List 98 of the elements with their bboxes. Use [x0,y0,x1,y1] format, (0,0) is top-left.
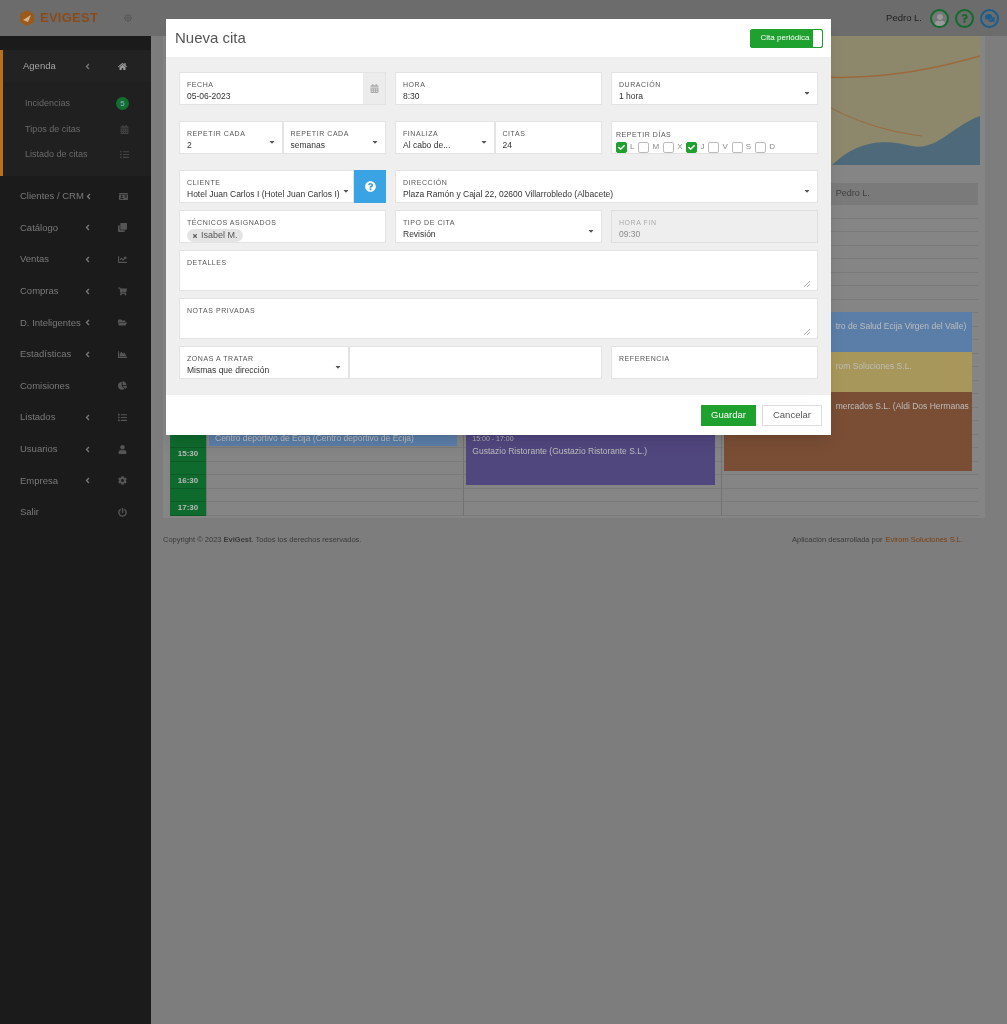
sidebar-label: D. Inteligentes [20,315,82,330]
submenu-item[interactable]: Incidencias 5 [3,91,151,117]
calendar-icon [120,124,129,134]
sidebar-label: Salir [20,505,40,520]
copy-icon [118,223,127,233]
checkbox[interactable] [731,141,743,153]
sidebar-item[interactable]: Comisiones [0,370,151,402]
settings-icon [118,476,127,486]
field-value: Al cabo de... [403,139,452,151]
day-label: L [630,141,635,153]
user-icon [118,444,127,454]
cancel-button[interactable]: Cancelar [761,404,822,426]
event-title: rom Soluciones S.L. [835,360,913,373]
check-icon [618,143,625,151]
sidebar-item[interactable]: Ventas [0,243,151,276]
checkbox[interactable] [663,141,675,153]
checkbox[interactable] [755,141,767,153]
toggle-switch[interactable]: Cita periódica [750,28,823,48]
sidebar-label: Comisiones [20,378,71,393]
day-label: M [652,141,660,153]
list-icon [118,412,127,422]
help-icon[interactable] [955,8,974,28]
field-value: 2 [187,139,193,151]
save-button[interactable]: Guardar [701,404,756,426]
event-title: Centro deportivo de Ecija (Centro deportivo de Ecija) [215,432,415,445]
count-badge: 5 [116,97,129,111]
submenu-label: Tipos de citas [25,122,82,136]
input-field[interactable] [349,346,602,379]
home-icon [118,61,127,71]
resize-grip-icon [804,329,810,335]
submenu-label: Incidencias [25,97,72,110]
id-card-icon [118,191,128,201]
submenu-item[interactable]: Tipos de citas [3,116,151,142]
sidebar-label: Catálogo [20,220,60,235]
sidebar-label: Listados [20,410,57,425]
cart-icon [118,286,127,296]
check-icon [688,143,696,151]
sidebar-label: Empresa [20,473,59,488]
day-label: J [700,141,705,153]
power-icon [118,507,127,517]
time-label: 17:30 [177,502,199,515]
calendar-icon [369,84,379,93]
field-value: Revisión [403,228,437,240]
field-value: 24 [502,139,513,151]
event-title: tro de Salud Ecija Virgen del Valle) [835,320,966,333]
day-label: V [722,141,728,153]
modal-title: Nueva cita [175,27,246,48]
pie-chart-icon [118,381,127,391]
field-value: Plaza Ramón y Cajal 22, 02600 Villarrobledo (Albacete) [403,188,615,200]
time-label: 16:30 [177,475,199,488]
sidebar-item[interactable]: Listados [0,401,151,434]
help-icon [364,181,376,192]
logo-icon [18,9,36,27]
sidebar-item[interactable]: Salir [0,496,151,529]
sidebar-item[interactable]: Compras [0,275,151,307]
sidebar-item[interactable]: Catálogo [0,212,151,244]
checkbox[interactable] [638,141,650,153]
field-value: 09:30 [619,228,642,240]
time-label: 15:30 [177,448,199,461]
field-value: Mismas que dirección [187,364,271,376]
field-value: 05-06-2023 [187,90,232,102]
submenu-item[interactable]: Listado de citas [3,142,151,168]
folder-icon [118,318,127,328]
avatar-icon[interactable] [930,8,949,28]
help-button[interactable] [354,170,386,203]
sidebar-label: Usuarios [20,441,59,456]
sidebar-label: Agenda [23,58,57,73]
day-label: D [769,141,775,153]
remove-icon [192,232,198,239]
tag-label: Isabel M. [201,228,238,242]
sidebar-item[interactable]: D. Inteligentes [0,306,151,339]
sidebar-item[interactable]: Usuarios [0,433,151,465]
tag-chip[interactable]: Isabel M. [187,229,243,242]
user-name: Pedro L. [886,10,922,25]
day-label: X [677,141,683,153]
day-label: S [745,141,752,153]
field-value: 1 hora [619,90,645,102]
checkbox[interactable] [616,141,627,153]
sidebar-item[interactable]: Clientes / CRM [0,180,151,213]
line-chart-icon [118,255,127,264]
sidebar-item[interactable]: Empresa [0,464,151,497]
resize-grip-icon [804,281,810,287]
field-value: semanas [290,139,326,151]
list-icon [120,150,129,160]
checkbox[interactable] [686,141,698,153]
sidebar-label: Ventas [20,252,51,267]
logo-text: EVIGEST [40,9,99,28]
submenu-label: Listado de citas [25,148,89,161]
field-value: Hotel Juan Carlos I (Hotel Juan Carlos I) [187,188,340,200]
field-value: 8:30 [403,90,421,102]
sidebar-label: Estadísticas [20,347,73,362]
sidebar-label: Compras [20,283,60,298]
chat-icon[interactable] [980,8,999,28]
sidebar-label: Clientes / CRM [20,189,84,204]
area-chart-icon [118,349,127,359]
checkbox[interactable] [708,141,720,153]
sidebar-item[interactable]: Estadísticas [0,338,151,371]
event-title: Gustazio Ristorante (Gustazio Ristorante S.L.) [472,444,649,458]
